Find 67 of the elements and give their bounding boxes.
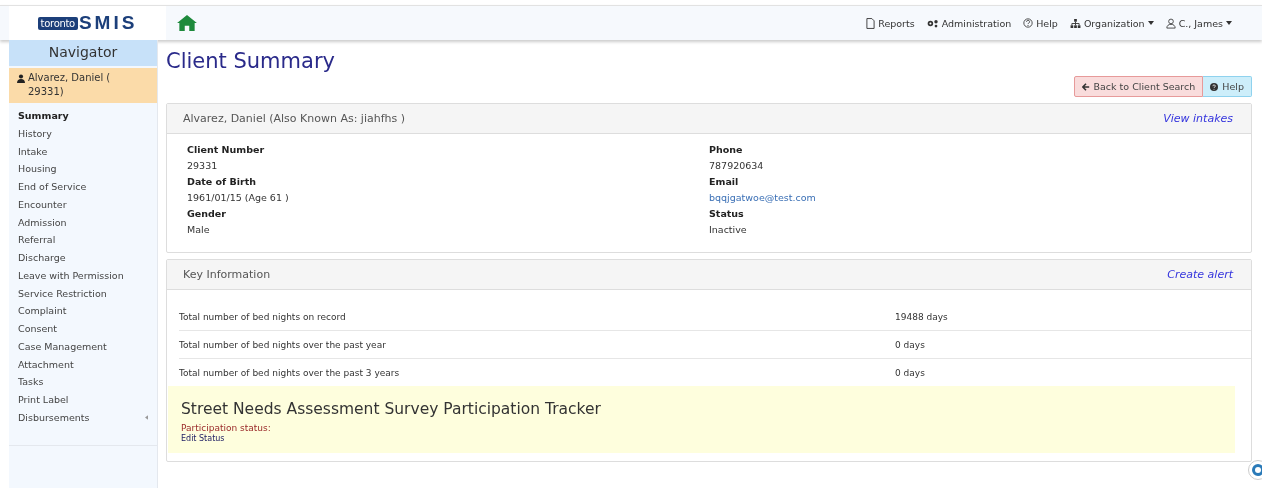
sidebar-item[interactable]: Disbursements: [9, 408, 157, 427]
document-icon: [866, 17, 876, 29]
nav-link[interactable]: Reports: [866, 17, 915, 29]
sidebar-item[interactable]: Referral: [9, 231, 157, 249]
view-intakes-link[interactable]: View intakes: [1163, 112, 1233, 125]
info-value: 0 days: [895, 367, 925, 378]
sidebar-item[interactable]: Case Management: [9, 337, 157, 356]
home-icon[interactable]: [176, 14, 198, 32]
sidebar-item[interactable]: Service Restriction: [9, 284, 157, 303]
panel-title: Alvarez, Daniel (Also Known As: jiahfhs ): [183, 112, 406, 125]
participation-status: Participation status:: [181, 423, 272, 433]
back-button[interactable]: Back to Client Search: [1073, 76, 1204, 97]
logo-badge: toronto: [37, 16, 78, 30]
client-name: Alvarez, Daniel ( 29331): [28, 71, 112, 99]
create-alert-link[interactable]: Create alert: [1167, 268, 1233, 281]
user-icon: [1165, 17, 1176, 29]
arrow-left-icon: [1081, 82, 1090, 91]
help-button[interactable]: Help: [1203, 76, 1252, 97]
help-icon: [1210, 82, 1219, 91]
field-label: Status: [709, 207, 745, 221]
sidebar-item[interactable]: Leave with Permission: [9, 266, 157, 285]
caret-icon: [1147, 21, 1154, 25]
nav-link[interactable]: Help: [1023, 17, 1058, 29]
sidebar-item[interactable]: Discharge: [9, 249, 157, 267]
sitemap-icon: [1069, 18, 1081, 28]
sidebar-item[interactable]: Encounter: [9, 195, 157, 214]
help-icon: [1023, 18, 1034, 28]
field-value: 1961/01/15 (Age 61 ): [187, 191, 290, 205]
sidebar-item[interactable]: Admission: [9, 213, 157, 232]
person-icon: [17, 74, 25, 83]
logo-text: SMIS: [78, 12, 138, 34]
info-label: Total number of bed nights over the past 3 years: [179, 367, 401, 378]
sidebar-item[interactable]: Print Label: [9, 391, 157, 409]
caret-icon: [1226, 21, 1232, 25]
field-value: 787920634: [709, 159, 765, 173]
email-link[interactable]: bqqjgatwoe@test.com: [709, 190, 1231, 206]
sidebar-item[interactable]: End of Service: [9, 178, 157, 196]
page-title: Client Summary: [166, 49, 336, 73]
sidebar-item[interactable]: Housing: [9, 160, 157, 178]
navigator-header: Navigator: [9, 40, 157, 66]
field-value: 29331: [187, 159, 219, 173]
sidebar-item[interactable]: History: [9, 124, 157, 143]
field-value: Inactive: [709, 223, 748, 237]
field-value: Male: [187, 223, 211, 237]
field-label: Phone: [709, 143, 744, 157]
client-card[interactable]: Alvarez, Daniel ( 29331): [9, 68, 157, 103]
sidebar-item[interactable]: Summary: [9, 107, 157, 125]
tracker-title: Street Needs Assessment Survey Participation Tracker: [181, 400, 602, 418]
info-label: Total number of bed nights on record: [179, 311, 347, 322]
sidebar-item[interactable]: Complaint: [9, 302, 157, 320]
panel-title: Key Information: [183, 268, 271, 281]
info-value: 0 days: [895, 339, 925, 350]
info-value: 19488 days: [895, 311, 948, 322]
nav-link[interactable]: C., James: [1165, 17, 1232, 29]
field-label: Date of Birth: [187, 175, 258, 189]
collapse-icon[interactable]: [145, 415, 148, 421]
sidebar-item[interactable]: Tasks: [9, 373, 157, 391]
sidebar-item[interactable]: Attachment: [9, 355, 157, 374]
field-label: Client Number: [187, 143, 266, 157]
edit-status-link[interactable]: Edit Status: [181, 434, 1222, 443]
info-label: Total number of bed nights over the past year: [179, 339, 387, 350]
field-label: Email: [709, 175, 740, 189]
nav-link[interactable]: Administration: [926, 17, 1012, 29]
nav-link[interactable]: Organization: [1069, 17, 1154, 29]
sidebar-item[interactable]: Consent: [9, 320, 157, 338]
field-label: Gender: [187, 207, 227, 221]
sidebar-item[interactable]: Intake: [9, 142, 157, 161]
